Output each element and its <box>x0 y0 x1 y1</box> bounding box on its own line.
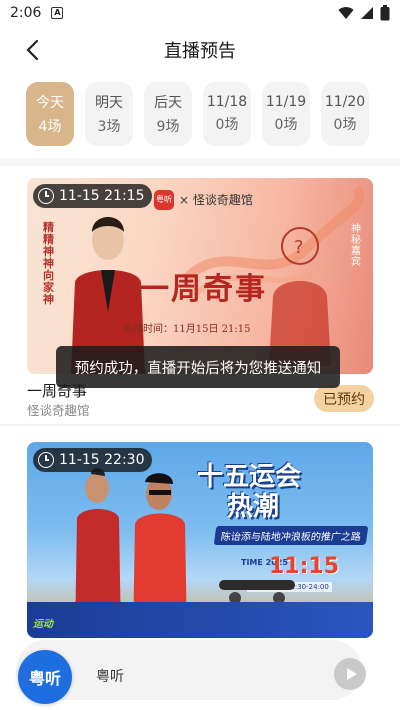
poster-brand-logo: 粤听 <box>154 190 174 210</box>
sport-poster-logo: 运动 <box>33 619 53 630</box>
battery-icon <box>380 5 390 21</box>
clock-icon <box>38 452 54 468</box>
poster-date-line: 直播时间：11月15日 21:15 <box>123 324 251 335</box>
mystery-guest-silhouette: ? <box>269 227 331 366</box>
card-subtitle: 怪谈奇趣馆 <box>27 403 90 418</box>
poster-brand-text: × 怪谈奇趣馆 <box>179 193 253 207</box>
play-button[interactable] <box>334 658 366 690</box>
status-time: 2:06 <box>10 5 42 21</box>
day-count: 3场 <box>97 119 121 135</box>
day-tab-11-18[interactable]: 11/18 0场 <box>203 82 251 146</box>
day-count: 4场 <box>38 119 62 135</box>
day-label: 今天 <box>36 95 64 111</box>
poster-vertical-guest: 神秘嘉宾 <box>351 224 361 268</box>
time-badge-text: 11-15 21:15 <box>59 188 145 204</box>
toast-message: 预约成功，直播开始后将为您推送通知 <box>56 346 340 388</box>
status-icons <box>338 5 390 21</box>
day-count: 9场 <box>156 119 180 135</box>
live-card-poster-2[interactable]: 十五运会 热潮 陈诒添与陆地冲浪板的推广之路 TIME 2025 11:15 A… <box>27 442 373 638</box>
clock-icon <box>38 188 54 204</box>
day-count: 0场 <box>215 117 239 133</box>
live-card-poster[interactable]: ? 粤听 × 怪谈奇趣馆 精精神神向家神 神秘嘉宾 一周奇事 直播时间：11月1… <box>27 178 373 374</box>
sport-poster-subtitle: 热潮 <box>227 492 280 522</box>
day-label: 11/18 <box>206 94 248 110</box>
day-label: 11/19 <box>265 94 307 110</box>
day-selector: 今天 4场 明天 3场 后天 9场 11/18 0场 11/19 0场 11/2… <box>26 82 369 146</box>
day-tab-11-19[interactable]: 11/19 0场 <box>262 82 310 146</box>
reserved-button[interactable]: 已预约 <box>314 385 374 412</box>
back-button[interactable] <box>18 36 46 64</box>
page-title: 直播预告 <box>164 41 236 62</box>
card-divider <box>0 424 400 426</box>
time-badge: 11-15 21:15 <box>33 184 153 208</box>
poster-title: 一周奇事 <box>139 272 267 307</box>
skateboard-illustration <box>219 580 295 604</box>
poster-vertical-slogan: 精精神神向家神 <box>43 221 54 306</box>
player-app-logo[interactable]: 粤听 <box>18 650 72 704</box>
sport-poster-banner <box>27 602 373 638</box>
day-tab-today[interactable]: 今天 4场 <box>26 82 74 146</box>
svg-text:?: ? <box>294 237 304 258</box>
chevron-left-icon <box>26 39 39 61</box>
day-tab-tomorrow[interactable]: 明天 3场 <box>85 82 133 146</box>
player-station-name: 粤听 <box>96 669 124 685</box>
day-label: 11/20 <box>324 94 366 110</box>
day-count: 0场 <box>274 117 298 133</box>
status-bar: 2:06 A <box>0 0 400 26</box>
top-navigation: 直播预告 <box>0 26 400 74</box>
sport-poster-ribbon: 陈诒添与陆地冲浪板的推广之路 <box>213 526 369 545</box>
wifi-icon <box>338 7 354 20</box>
section-divider <box>0 158 400 166</box>
notification-icon: A <box>51 7 64 19</box>
day-label: 明天 <box>95 95 123 111</box>
day-count: 0场 <box>333 117 357 133</box>
day-tab-day-after[interactable]: 后天 9场 <box>144 82 192 146</box>
signal-icon <box>361 7 373 19</box>
day-label: 后天 <box>154 95 182 111</box>
time-badge-text: 11-15 22:30 <box>59 452 145 468</box>
day-tab-11-20[interactable]: 11/20 0场 <box>321 82 369 146</box>
time-badge: 11-15 22:30 <box>33 448 153 472</box>
